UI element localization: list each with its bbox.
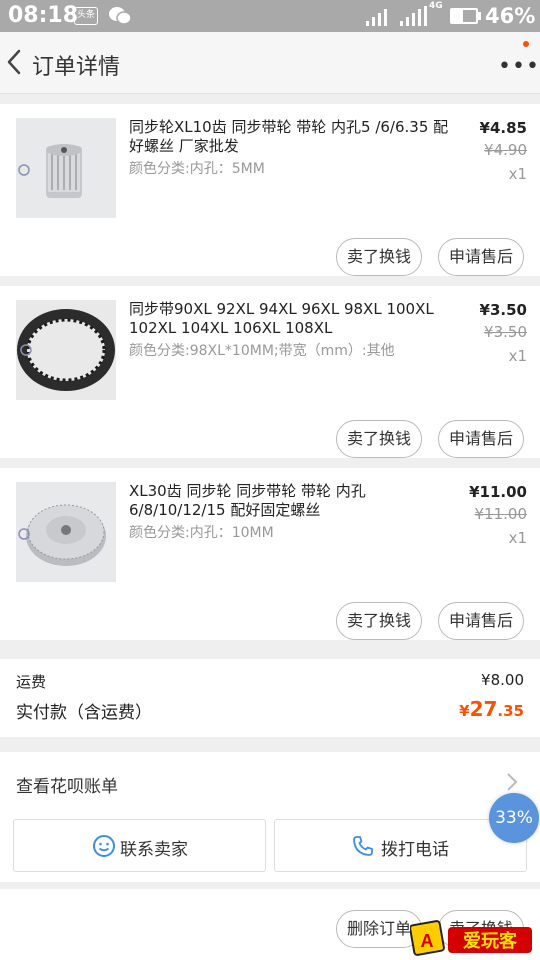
shipping-label: 运费 (16, 673, 47, 691)
toutiao-badge-icon: 头条 (74, 7, 98, 25)
status-time: 08:18 (8, 3, 79, 28)
signal-icon-2 (400, 6, 430, 30)
sell-for-cash-button[interactable]: 卖了换钱 (336, 602, 422, 640)
smile-chat-icon (92, 834, 116, 862)
contact-seller-button[interactable]: 联系卖家 (13, 819, 266, 872)
battery-icon (450, 8, 478, 24)
svg-text:A: A (421, 931, 434, 951)
battery-tip (478, 12, 481, 20)
after-sales-button[interactable]: 申请售后 (438, 420, 524, 458)
product-name[interactable]: 同步轮XL10齿 同步带轮 带轮 内孔5 /6/6.35 配好螺丝 厂家批发 (129, 118, 454, 156)
more-menu-button[interactable]: ••• (498, 54, 540, 79)
notification-dot (523, 41, 529, 47)
paid-total: ¥27.35 (459, 697, 524, 721)
status-bar: 08:18 头条 4G 46% (0, 0, 540, 32)
sell-for-cash-button[interactable]: 卖了换钱 (336, 420, 422, 458)
shipping-value: ¥8.00 (481, 671, 524, 689)
sell-for-cash-button[interactable]: 卖了换钱 (336, 238, 422, 276)
original-price: ¥11.00 (474, 505, 528, 523)
paid-currency: ¥ (459, 702, 470, 720)
paid-integer: 27 (469, 697, 498, 721)
product-spec: 颜色分类:内孔：5MM (129, 161, 265, 177)
product-quantity: x1 (508, 529, 527, 547)
call-phone-button[interactable]: 拨打电话 (274, 819, 527, 872)
paid-label: 实付款（含运费） (16, 703, 152, 723)
huabei-section: 查看花呗账单 联系卖家 拨打电话 (0, 752, 540, 882)
order-totals: 运费 ¥8.00 实付款（含运费） ¥27.35 (0, 659, 540, 737)
product-name[interactable]: 同步带90XL 92XL 94XL 96XL 98XL 100XL 102XL … (129, 300, 454, 338)
product-price: ¥3.50 (479, 301, 527, 319)
floating-progress-badge[interactable]: 33% (489, 793, 539, 843)
nav-header: 订单详情 ••• (0, 32, 540, 94)
order-item[interactable]: 同步带90XL 92XL 94XL 96XL 98XL 100XL 102XL … (0, 286, 540, 458)
product-price: ¥4.85 (479, 119, 527, 137)
product-image[interactable] (16, 118, 116, 218)
after-sales-button[interactable]: 申请售后 (438, 238, 524, 276)
after-sales-button[interactable]: 申请售后 (438, 602, 524, 640)
contact-seller-label: 联系卖家 (120, 840, 188, 860)
network-type: 4G (429, 1, 443, 11)
product-name[interactable]: XL30齿 同步轮 同步带轮 带轮 内孔6/8/10/12/15 配好固定螺丝 (129, 482, 454, 520)
product-quantity: x1 (508, 165, 527, 183)
product-spec: 颜色分类:内孔：10MM (129, 525, 274, 541)
signal-icon (366, 6, 392, 30)
order-item[interactable]: 同步轮XL10齿 同步带轮 带轮 内孔5 /6/6.35 配好螺丝 厂家批发 颜… (0, 104, 540, 276)
back-arrow-icon[interactable] (6, 49, 22, 79)
product-image[interactable] (16, 300, 116, 400)
page-title: 订单详情 (32, 55, 121, 80)
product-price: ¥11.00 (469, 483, 527, 501)
view-huabei-bill-link[interactable]: 查看花呗账单 (16, 772, 118, 797)
wechat-icon (108, 5, 132, 31)
product-quantity: x1 (508, 347, 527, 365)
paid-decimal: .35 (497, 702, 524, 720)
product-spec: 颜色分类:98XL*10MM;带宽（mm）:其他 (129, 343, 395, 359)
watermark-logo: A 爱玩客 (409, 917, 534, 957)
battery-percent: 46% (485, 4, 536, 28)
phone-icon (351, 834, 375, 862)
order-item[interactable]: XL30齿 同步轮 同步带轮 带轮 内孔6/8/10/12/15 配好固定螺丝 … (0, 468, 540, 640)
original-price: ¥4.90 (484, 141, 527, 159)
watermark-text: 爱玩客 (463, 930, 518, 952)
original-price: ¥3.50 (484, 323, 527, 341)
call-phone-label: 拨打电话 (381, 840, 449, 860)
product-image[interactable] (16, 482, 116, 582)
